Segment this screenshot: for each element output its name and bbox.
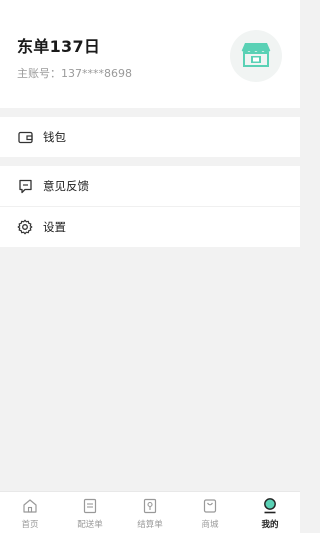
menu-item-label: 意见反馈: [43, 179, 89, 193]
menu-item-label: 设置: [43, 220, 66, 234]
menu-item-wallet[interactable]: 钱包: [0, 117, 300, 157]
avatar[interactable]: [230, 30, 282, 82]
menu-item-label: 钱包: [43, 130, 66, 144]
delivery-list-icon: [81, 496, 99, 516]
tab-profile[interactable]: 我的: [240, 492, 300, 533]
feedback-icon: [17, 178, 33, 194]
store-name: 东单137日: [17, 37, 101, 56]
gear-icon: [17, 219, 33, 235]
menu-item-feedback[interactable]: 意见反馈: [0, 166, 300, 206]
shop-bag-icon: [201, 496, 219, 516]
menu-item-settings[interactable]: 设置: [0, 207, 300, 247]
home-icon: [21, 496, 39, 516]
tab-label: 我的: [261, 520, 279, 530]
tab-delivery[interactable]: 配送单: [60, 492, 120, 533]
wallet-icon: [17, 129, 33, 145]
tab-label: 商城: [201, 520, 219, 530]
tab-home[interactable]: 首页: [0, 492, 60, 533]
profile-icon: [261, 496, 279, 516]
account-number: 主账号：137****8698: [17, 67, 132, 80]
tab-label: 结算单: [137, 520, 163, 530]
tab-shop[interactable]: 商城: [180, 492, 240, 533]
wallet-section: 钱包: [0, 117, 300, 157]
profile-header: 东单137日 主账号：137****8698: [0, 0, 300, 108]
settings-section: 意见反馈 设置: [0, 166, 300, 247]
store-icon: [241, 40, 271, 72]
tab-label: 首页: [21, 520, 39, 530]
tab-label: 配送单: [77, 520, 103, 530]
bottom-tab-bar: 首页 配送单 结算单 商城 我的: [0, 491, 300, 533]
settlement-icon: [141, 496, 159, 516]
tab-settlement[interactable]: 结算单: [120, 492, 180, 533]
